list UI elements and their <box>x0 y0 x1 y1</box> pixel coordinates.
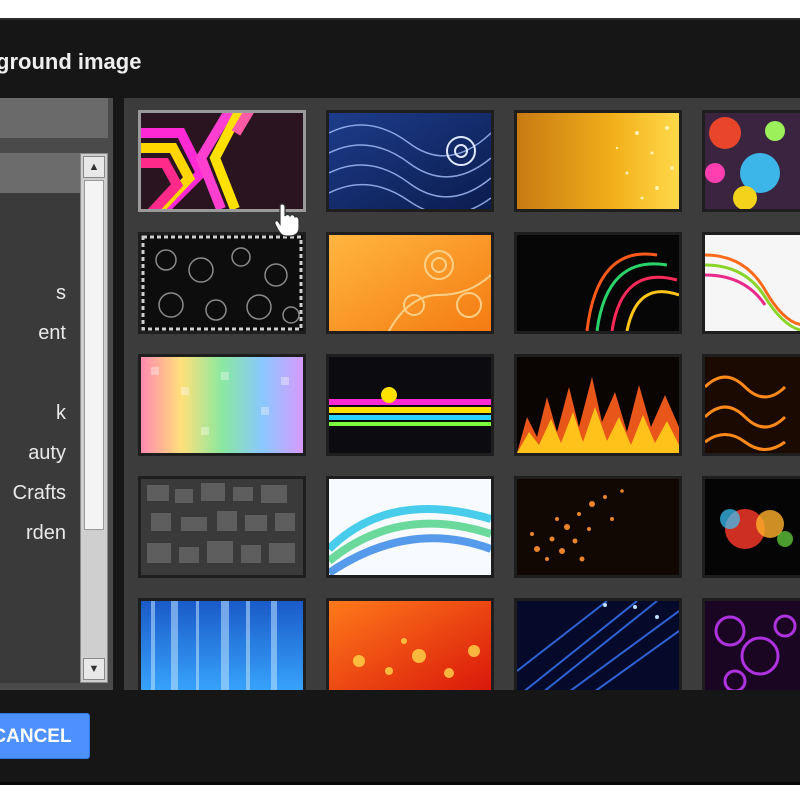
category-item[interactable]: s <box>0 273 80 313</box>
scroll-down-icon[interactable]: ▼ <box>83 658 105 680</box>
category-item[interactable]: rden <box>0 513 80 553</box>
category-list: s ent k auty Crafts rden <box>0 153 80 683</box>
cancel-button[interactable]: CANCEL <box>0 713 90 759</box>
thumbnail[interactable] <box>326 110 494 212</box>
thumbnail[interactable] <box>702 232 800 334</box>
thumbnail[interactable] <box>138 476 306 578</box>
thumbnail[interactable] <box>326 354 494 456</box>
thumbnail[interactable] <box>138 110 306 212</box>
thumbnail[interactable] <box>326 476 494 578</box>
category-item[interactable] <box>0 353 80 393</box>
category-label: auty <box>28 442 66 464</box>
category-item[interactable] <box>0 593 80 633</box>
category-sidebar: s ent k auty Crafts rden ▲ ▼ <box>0 98 113 690</box>
category-scrollbar[interactable]: ▲ ▼ <box>80 153 108 683</box>
category-item[interactable] <box>0 633 80 673</box>
thumbnail[interactable] <box>326 598 494 690</box>
category-label: rden <box>25 522 66 544</box>
thumbnail[interactable] <box>702 354 800 456</box>
thumbnail[interactable] <box>702 110 800 212</box>
thumbnail[interactable] <box>514 354 682 456</box>
thumbnail[interactable] <box>138 598 306 690</box>
scroll-up-icon[interactable]: ▲ <box>83 156 105 178</box>
category-label: s <box>56 282 66 304</box>
sidebar-header <box>0 98 108 138</box>
category-item[interactable] <box>0 553 80 593</box>
thumbnail[interactable] <box>514 598 682 690</box>
dialog-title: ground image <box>0 49 142 74</box>
category-item[interactable] <box>0 153 80 193</box>
category-item[interactable] <box>0 193 80 233</box>
category-item[interactable]: auty <box>0 433 80 473</box>
image-grid <box>124 98 800 690</box>
category-label: k <box>56 402 66 424</box>
background-image-dialog: ground image s ent k auty Crafts rden ▲ ▼ <box>0 18 800 785</box>
thumbnail[interactable] <box>514 110 682 212</box>
category-label: Crafts <box>12 482 66 504</box>
category-item[interactable] <box>0 233 80 273</box>
category-item[interactable]: Crafts <box>0 473 80 513</box>
category-label: ent <box>38 322 66 344</box>
thumbnail[interactable] <box>702 598 800 690</box>
thumbnail[interactable] <box>138 232 306 334</box>
category-item[interactable]: k <box>0 393 80 433</box>
category-item[interactable]: ent <box>0 313 80 353</box>
thumbnail[interactable] <box>702 476 800 578</box>
scrollbar-thumb[interactable] <box>84 180 104 530</box>
thumbnail[interactable] <box>514 232 682 334</box>
dialog-footer: CANCEL <box>0 690 800 782</box>
thumbnail[interactable] <box>514 476 682 578</box>
thumbnail[interactable] <box>326 232 494 334</box>
thumbnail[interactable] <box>138 354 306 456</box>
pointer-hand-icon <box>274 203 300 237</box>
